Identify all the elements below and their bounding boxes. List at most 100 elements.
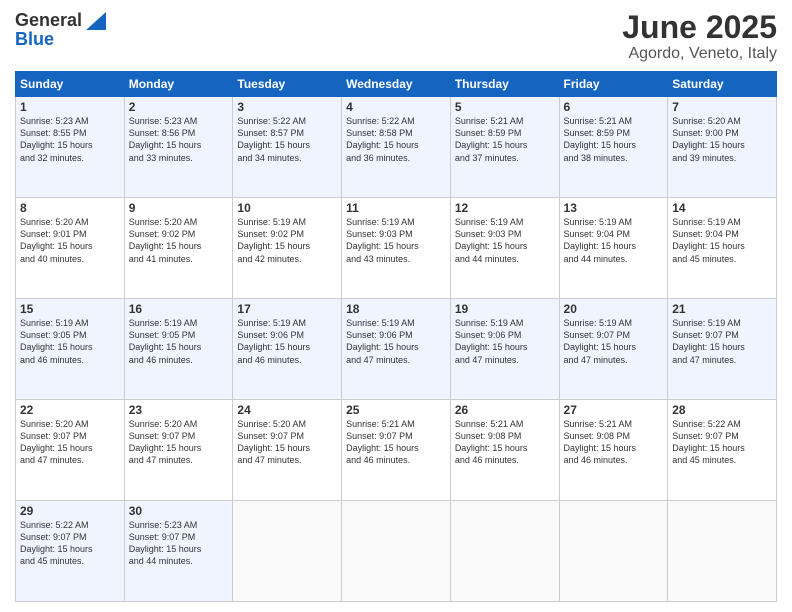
calendar-cell: 6Sunrise: 5:21 AM Sunset: 8:59 PM Daylig… bbox=[559, 97, 668, 198]
logo-blue-text: Blue bbox=[15, 29, 54, 50]
day-info: Sunrise: 5:20 AM Sunset: 9:00 PM Dayligh… bbox=[672, 115, 772, 164]
logo-general-text: General bbox=[15, 10, 82, 31]
calendar-cell bbox=[342, 501, 451, 602]
calendar-cell: 20Sunrise: 5:19 AM Sunset: 9:07 PM Dayli… bbox=[559, 299, 668, 400]
day-info: Sunrise: 5:21 AM Sunset: 9:07 PM Dayligh… bbox=[346, 418, 446, 467]
calendar-cell: 12Sunrise: 5:19 AM Sunset: 9:03 PM Dayli… bbox=[450, 198, 559, 299]
logo-triangle-icon bbox=[84, 12, 106, 30]
day-number: 19 bbox=[455, 302, 555, 316]
day-info: Sunrise: 5:22 AM Sunset: 8:57 PM Dayligh… bbox=[237, 115, 337, 164]
col-thursday: Thursday bbox=[450, 72, 559, 97]
calendar-cell: 5Sunrise: 5:21 AM Sunset: 8:59 PM Daylig… bbox=[450, 97, 559, 198]
day-number: 6 bbox=[564, 100, 664, 114]
day-number: 12 bbox=[455, 201, 555, 215]
calendar-cell: 16Sunrise: 5:19 AM Sunset: 9:05 PM Dayli… bbox=[124, 299, 233, 400]
day-info: Sunrise: 5:19 AM Sunset: 9:06 PM Dayligh… bbox=[237, 317, 337, 366]
day-number: 20 bbox=[564, 302, 664, 316]
day-info: Sunrise: 5:19 AM Sunset: 9:07 PM Dayligh… bbox=[672, 317, 772, 366]
day-number: 30 bbox=[129, 504, 229, 518]
calendar-cell: 21Sunrise: 5:19 AM Sunset: 9:07 PM Dayli… bbox=[668, 299, 777, 400]
calendar-cell: 15Sunrise: 5:19 AM Sunset: 9:05 PM Dayli… bbox=[16, 299, 125, 400]
calendar-cell: 23Sunrise: 5:20 AM Sunset: 9:07 PM Dayli… bbox=[124, 400, 233, 501]
day-info: Sunrise: 5:19 AM Sunset: 9:07 PM Dayligh… bbox=[564, 317, 664, 366]
day-number: 27 bbox=[564, 403, 664, 417]
day-number: 24 bbox=[237, 403, 337, 417]
day-info: Sunrise: 5:22 AM Sunset: 8:58 PM Dayligh… bbox=[346, 115, 446, 164]
calendar-header-row: Sunday Monday Tuesday Wednesday Thursday… bbox=[16, 72, 777, 97]
day-info: Sunrise: 5:21 AM Sunset: 9:08 PM Dayligh… bbox=[564, 418, 664, 467]
calendar-cell: 28Sunrise: 5:22 AM Sunset: 9:07 PM Dayli… bbox=[668, 400, 777, 501]
calendar-title: June 2025 bbox=[622, 10, 777, 45]
calendar-cell: 27Sunrise: 5:21 AM Sunset: 9:08 PM Dayli… bbox=[559, 400, 668, 501]
day-info: Sunrise: 5:19 AM Sunset: 9:05 PM Dayligh… bbox=[20, 317, 120, 366]
day-number: 28 bbox=[672, 403, 772, 417]
logo: General Blue bbox=[15, 10, 106, 50]
day-number: 21 bbox=[672, 302, 772, 316]
day-info: Sunrise: 5:19 AM Sunset: 9:04 PM Dayligh… bbox=[564, 216, 664, 265]
calendar-cell: 3Sunrise: 5:22 AM Sunset: 8:57 PM Daylig… bbox=[233, 97, 342, 198]
title-block: June 2025 Agordo, Veneto, Italy bbox=[622, 10, 777, 63]
calendar-subtitle: Agordo, Veneto, Italy bbox=[622, 45, 777, 63]
day-number: 23 bbox=[129, 403, 229, 417]
calendar-cell: 9Sunrise: 5:20 AM Sunset: 9:02 PM Daylig… bbox=[124, 198, 233, 299]
calendar-cell: 17Sunrise: 5:19 AM Sunset: 9:06 PM Dayli… bbox=[233, 299, 342, 400]
calendar-cell: 10Sunrise: 5:19 AM Sunset: 9:02 PM Dayli… bbox=[233, 198, 342, 299]
calendar-cell: 4Sunrise: 5:22 AM Sunset: 8:58 PM Daylig… bbox=[342, 97, 451, 198]
calendar-cell: 22Sunrise: 5:20 AM Sunset: 9:07 PM Dayli… bbox=[16, 400, 125, 501]
calendar-week-2: 8Sunrise: 5:20 AM Sunset: 9:01 PM Daylig… bbox=[16, 198, 777, 299]
day-info: Sunrise: 5:19 AM Sunset: 9:03 PM Dayligh… bbox=[346, 216, 446, 265]
calendar-cell: 19Sunrise: 5:19 AM Sunset: 9:06 PM Dayli… bbox=[450, 299, 559, 400]
calendar-cell: 14Sunrise: 5:19 AM Sunset: 9:04 PM Dayli… bbox=[668, 198, 777, 299]
day-info: Sunrise: 5:23 AM Sunset: 8:56 PM Dayligh… bbox=[129, 115, 229, 164]
day-number: 17 bbox=[237, 302, 337, 316]
day-number: 3 bbox=[237, 100, 337, 114]
calendar-week-1: 1Sunrise: 5:23 AM Sunset: 8:55 PM Daylig… bbox=[16, 97, 777, 198]
page: General Blue June 2025 Agordo, Veneto, I… bbox=[0, 0, 792, 612]
day-number: 4 bbox=[346, 100, 446, 114]
calendar-week-4: 22Sunrise: 5:20 AM Sunset: 9:07 PM Dayli… bbox=[16, 400, 777, 501]
col-monday: Monday bbox=[124, 72, 233, 97]
calendar-cell: 24Sunrise: 5:20 AM Sunset: 9:07 PM Dayli… bbox=[233, 400, 342, 501]
day-info: Sunrise: 5:21 AM Sunset: 8:59 PM Dayligh… bbox=[455, 115, 555, 164]
col-sunday: Sunday bbox=[16, 72, 125, 97]
day-number: 26 bbox=[455, 403, 555, 417]
day-info: Sunrise: 5:19 AM Sunset: 9:02 PM Dayligh… bbox=[237, 216, 337, 265]
header: General Blue June 2025 Agordo, Veneto, I… bbox=[15, 10, 777, 63]
day-number: 8 bbox=[20, 201, 120, 215]
day-number: 11 bbox=[346, 201, 446, 215]
calendar-cell: 8Sunrise: 5:20 AM Sunset: 9:01 PM Daylig… bbox=[16, 198, 125, 299]
calendar-cell: 30Sunrise: 5:23 AM Sunset: 9:07 PM Dayli… bbox=[124, 501, 233, 602]
day-info: Sunrise: 5:20 AM Sunset: 9:07 PM Dayligh… bbox=[237, 418, 337, 467]
day-number: 25 bbox=[346, 403, 446, 417]
calendar-week-3: 15Sunrise: 5:19 AM Sunset: 9:05 PM Dayli… bbox=[16, 299, 777, 400]
day-info: Sunrise: 5:19 AM Sunset: 9:05 PM Dayligh… bbox=[129, 317, 229, 366]
day-number: 13 bbox=[564, 201, 664, 215]
day-info: Sunrise: 5:19 AM Sunset: 9:04 PM Dayligh… bbox=[672, 216, 772, 265]
col-friday: Friday bbox=[559, 72, 668, 97]
day-number: 2 bbox=[129, 100, 229, 114]
day-info: Sunrise: 5:20 AM Sunset: 9:02 PM Dayligh… bbox=[129, 216, 229, 265]
day-info: Sunrise: 5:20 AM Sunset: 9:07 PM Dayligh… bbox=[129, 418, 229, 467]
calendar-cell bbox=[559, 501, 668, 602]
calendar-cell: 26Sunrise: 5:21 AM Sunset: 9:08 PM Dayli… bbox=[450, 400, 559, 501]
calendar-cell bbox=[233, 501, 342, 602]
day-number: 5 bbox=[455, 100, 555, 114]
calendar-cell: 29Sunrise: 5:22 AM Sunset: 9:07 PM Dayli… bbox=[16, 501, 125, 602]
calendar-week-5: 29Sunrise: 5:22 AM Sunset: 9:07 PM Dayli… bbox=[16, 501, 777, 602]
day-info: Sunrise: 5:22 AM Sunset: 9:07 PM Dayligh… bbox=[20, 519, 120, 568]
day-number: 10 bbox=[237, 201, 337, 215]
calendar-cell bbox=[450, 501, 559, 602]
day-number: 16 bbox=[129, 302, 229, 316]
calendar-table: Sunday Monday Tuesday Wednesday Thursday… bbox=[15, 71, 777, 602]
day-number: 15 bbox=[20, 302, 120, 316]
day-info: Sunrise: 5:23 AM Sunset: 9:07 PM Dayligh… bbox=[129, 519, 229, 568]
day-number: 29 bbox=[20, 504, 120, 518]
calendar-cell: 13Sunrise: 5:19 AM Sunset: 9:04 PM Dayli… bbox=[559, 198, 668, 299]
day-info: Sunrise: 5:19 AM Sunset: 9:03 PM Dayligh… bbox=[455, 216, 555, 265]
col-tuesday: Tuesday bbox=[233, 72, 342, 97]
day-info: Sunrise: 5:20 AM Sunset: 9:01 PM Dayligh… bbox=[20, 216, 120, 265]
day-number: 14 bbox=[672, 201, 772, 215]
col-saturday: Saturday bbox=[668, 72, 777, 97]
calendar-cell: 2Sunrise: 5:23 AM Sunset: 8:56 PM Daylig… bbox=[124, 97, 233, 198]
day-info: Sunrise: 5:19 AM Sunset: 9:06 PM Dayligh… bbox=[455, 317, 555, 366]
